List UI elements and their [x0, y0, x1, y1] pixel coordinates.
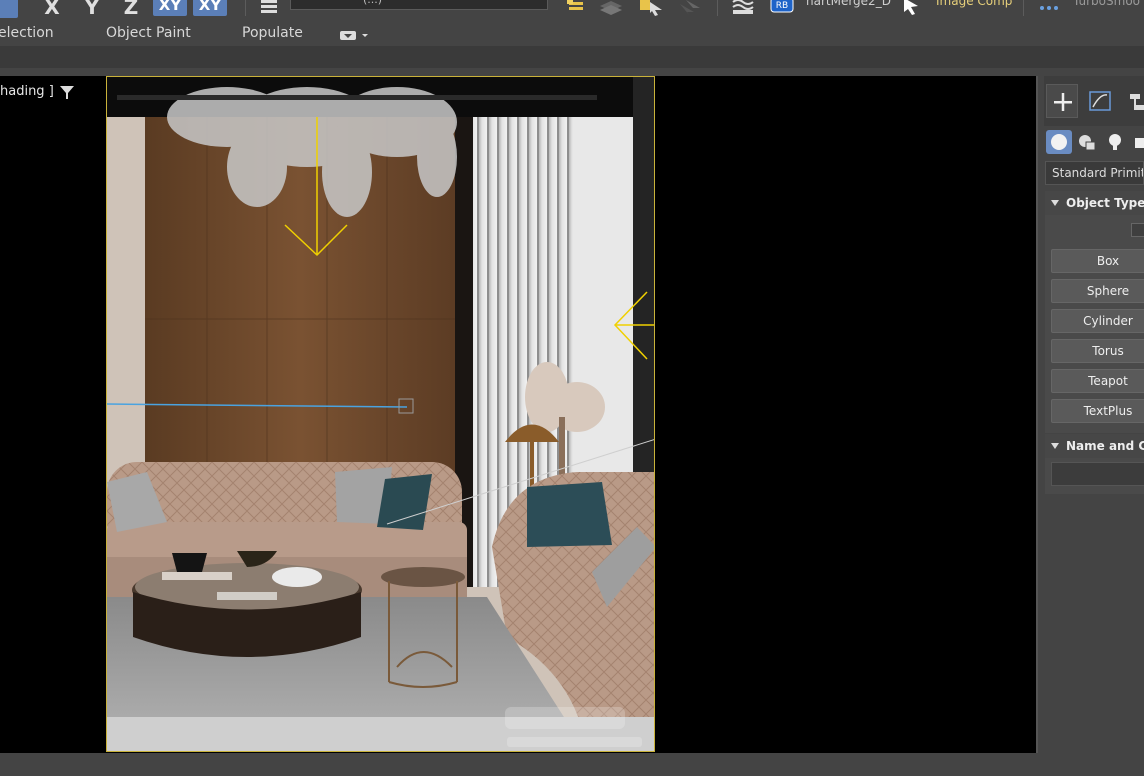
- object-category-dropdown[interactable]: Standard Primitives: [1045, 161, 1144, 185]
- shapes-icon[interactable]: [1074, 130, 1100, 154]
- axis-x-button[interactable]: X: [35, 0, 69, 18]
- axis-xy-button[interactable]: XY: [153, 0, 187, 16]
- status-bar: [0, 753, 1144, 776]
- ribbon-tabs: election Object Paint Populate: [0, 20, 1144, 46]
- modify-curve-icon: [1089, 91, 1111, 111]
- name-and-color-rollout-header[interactable]: Name and Color: [1045, 434, 1144, 458]
- layer-manager-icon[interactable]: [565, 0, 587, 16]
- main-toolbar: X Y Z XY XY (...) RB hartMerge2_D Image …: [0, 0, 1144, 20]
- select-dim-icon[interactable]: [676, 0, 700, 16]
- sphere-button[interactable]: Sphere: [1051, 279, 1144, 303]
- filter-icon[interactable]: [59, 84, 75, 100]
- select-highlight-icon[interactable]: [638, 0, 662, 16]
- create-tab[interactable]: [1046, 84, 1078, 118]
- turbosmooth-label[interactable]: TurboSmoo: [1073, 0, 1140, 8]
- render-frame-icon[interactable]: [731, 0, 754, 16]
- tab-object-paint[interactable]: Object Paint: [106, 25, 191, 41]
- ribbon-options-dropdown[interactable]: [340, 27, 370, 40]
- living-room-render: [107, 77, 654, 751]
- smart-merge-label[interactable]: hartMerge2_D: [806, 0, 891, 8]
- viewport[interactable]: hading ]: [0, 76, 1038, 753]
- collapse-triangle-icon: [1051, 200, 1059, 206]
- viewport-shading-label[interactable]: hading ]: [0, 84, 54, 99]
- ribbon-divider: [0, 68, 1144, 76]
- tab-populate[interactable]: Populate: [242, 25, 303, 41]
- torus-button[interactable]: Torus: [1051, 339, 1144, 363]
- rb-plugin-icon[interactable]: RB: [770, 0, 794, 16]
- name-and-color-rollout: [1045, 458, 1144, 494]
- layers-icon[interactable]: [258, 0, 280, 16]
- axis-constraint-button-prev[interactable]: [0, 0, 18, 18]
- cylinder-button[interactable]: Cylinder: [1051, 309, 1144, 333]
- rendered-viewport-image: [106, 76, 655, 752]
- toolbar-separator: [1023, 0, 1024, 16]
- cameras-icon[interactable]: [1130, 130, 1144, 154]
- axis-y-button[interactable]: Y: [75, 0, 109, 18]
- autogrid-checkbox[interactable]: [1131, 223, 1144, 237]
- command-panel: Standard Primitives Object Type Box Sphe…: [1040, 76, 1144, 753]
- collapse-triangle-icon: [1051, 443, 1059, 449]
- image-comp-icon[interactable]: [900, 0, 922, 16]
- hierarchy-icon: [1130, 94, 1144, 110]
- turbosmooth-icon[interactable]: [1037, 0, 1059, 16]
- axis-xy-cycle-button[interactable]: XY: [193, 0, 227, 16]
- axis-z-button[interactable]: Z: [114, 0, 148, 18]
- name-and-color-title: Name and Color: [1066, 439, 1144, 453]
- create-subcategory-tabs: [1044, 126, 1144, 156]
- object-name-input[interactable]: [1051, 462, 1144, 486]
- image-comp-label[interactable]: Image Comp: [936, 0, 1012, 8]
- object-type-rollout-header[interactable]: Object Type: [1045, 191, 1144, 215]
- plus-icon: [1054, 93, 1072, 111]
- modify-tab[interactable]: [1084, 84, 1116, 118]
- named-selection-set-field[interactable]: (...): [290, 0, 548, 10]
- mostaql-watermark-logo: [505, 707, 642, 747]
- svg-text:RB: RB: [776, 1, 788, 11]
- object-type-rollout: Box Sphere Cylinder Torus Teapot TextPlu…: [1045, 215, 1144, 433]
- toolbar-separator: [245, 0, 246, 16]
- ribbon-panel-collapsed: [0, 46, 1144, 68]
- box-button[interactable]: Box: [1051, 249, 1144, 273]
- object-type-title: Object Type: [1066, 196, 1144, 210]
- layer-stack-icon[interactable]: [598, 0, 622, 16]
- tab-selection[interactable]: election: [0, 25, 54, 41]
- teapot-button[interactable]: Teapot: [1051, 369, 1144, 393]
- lights-icon[interactable]: [1102, 130, 1128, 154]
- chevron-down-icon: [340, 31, 368, 40]
- textplus-button[interactable]: TextPlus: [1051, 399, 1144, 423]
- hierarchy-tab[interactable]: [1122, 84, 1144, 118]
- geometry-icon[interactable]: [1046, 130, 1072, 154]
- command-panel-tabs: [1044, 76, 1144, 126]
- toolbar-separator: [717, 0, 718, 16]
